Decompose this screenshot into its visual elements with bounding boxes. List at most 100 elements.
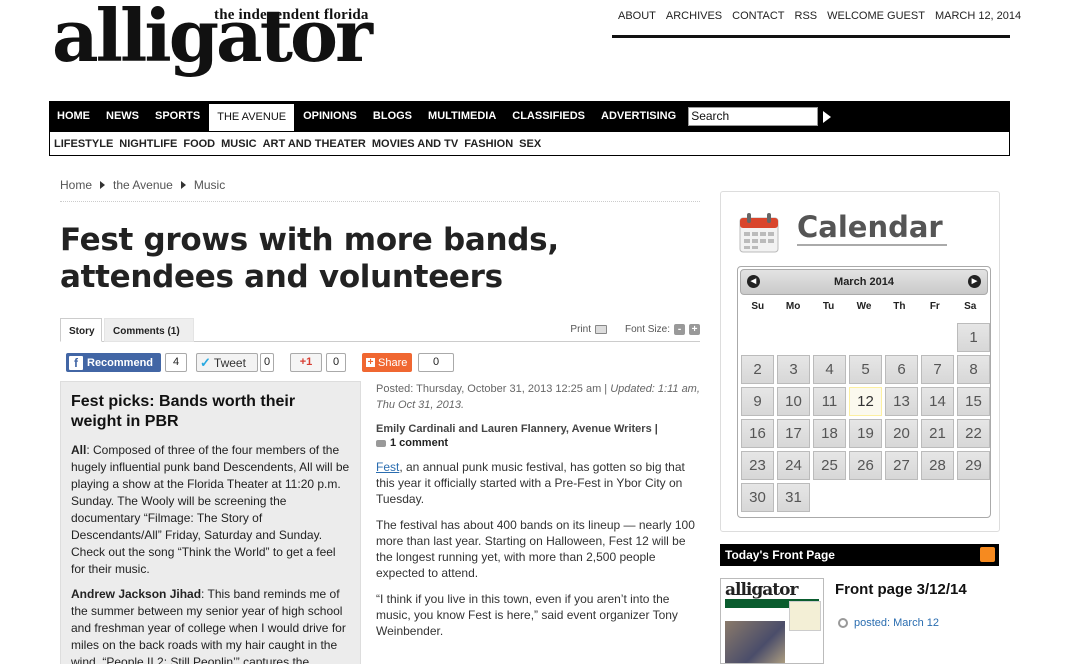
facebook-icon: f — [69, 355, 83, 370]
weekday-label: Su — [751, 301, 765, 312]
weekday-label: Tu — [822, 301, 835, 312]
font-decrease-button[interactable]: - — [674, 324, 685, 335]
nav-classifieds[interactable]: CLASSIFIEDS — [504, 101, 593, 132]
fest-link[interactable]: Fest — [376, 460, 399, 474]
subnav-sex[interactable]: SEX — [519, 138, 541, 150]
subnav-fashion[interactable]: FASHION — [464, 138, 513, 150]
calendar-widget: Calendar ◀ March 2014 ▶ Su Mo Tu We Th Fr Sa 1… — [720, 191, 1000, 532]
subnav-music[interactable]: MUSIC — [221, 138, 256, 150]
masthead[interactable]: the independent florida alligator — [52, 0, 472, 86]
nav-news[interactable]: NEWS — [98, 101, 147, 132]
calendar-day[interactable]: 30 — [741, 483, 774, 512]
topnav-about-link[interactable]: ABOUT — [618, 10, 656, 22]
plus-icon: + — [366, 357, 375, 368]
article-meta: Posted: Thursday, October 31, 2013 12:25… — [376, 381, 700, 413]
calendar-day[interactable]: 1 — [957, 323, 990, 352]
gplus-count: 0 — [326, 353, 346, 372]
site-logo[interactable]: alligator — [52, 0, 373, 72]
calendar-day[interactable]: 11 — [813, 387, 846, 416]
google-plus-button[interactable]: +1 — [290, 353, 322, 372]
print-link[interactable]: Print — [570, 324, 591, 335]
breadcrumb-home[interactable]: Home — [60, 178, 92, 192]
subnav-art-and-theater[interactable]: ART AND THEATER — [263, 138, 366, 150]
calendar-day[interactable]: 7 — [921, 355, 954, 384]
calendar-day[interactable]: 10 — [777, 387, 810, 416]
calendar-day[interactable]: 27 — [885, 451, 918, 480]
weekday-label: Fr — [929, 301, 940, 312]
prev-month-button[interactable]: ◀ — [747, 275, 760, 288]
comments-link-label[interactable]: 1 comment — [390, 437, 448, 449]
subnav-movies-and-tv[interactable]: MOVIES AND TV — [372, 138, 458, 150]
calendar-day[interactable]: 13 — [885, 387, 918, 416]
calendar-day[interactable]: 6 — [885, 355, 918, 384]
sub-nav: LIFESTYLE NIGHTLIFE FOOD MUSIC ART AND T… — [49, 132, 1010, 156]
nav-opinions[interactable]: OPINIONS — [295, 101, 365, 132]
recommend-count: 4 — [165, 353, 187, 372]
calendar-day[interactable]: 3 — [777, 355, 810, 384]
thumbnail-promo — [789, 601, 821, 631]
calendar-day[interactable]: 29 — [957, 451, 990, 480]
font-increase-button[interactable]: + — [689, 324, 700, 335]
calendar-day-today[interactable]: 12 — [849, 387, 882, 416]
comments-link[interactable]: 1 comment — [376, 437, 700, 449]
calendar-day[interactable]: 26 — [849, 451, 882, 480]
subnav-food[interactable]: FOOD — [183, 138, 215, 150]
front-page-title[interactable]: Front page 3/12/14 — [835, 581, 967, 598]
calendar-day[interactable]: 14 — [921, 387, 954, 416]
subnav-lifestyle[interactable]: LIFESTYLE — [54, 138, 113, 150]
calendar-day[interactable]: 15 — [957, 387, 990, 416]
calendar-day[interactable]: 19 — [849, 419, 882, 448]
calendar-day[interactable]: 2 — [741, 355, 774, 384]
nav-advertising[interactable]: ADVERTISING — [593, 101, 684, 132]
calendar-day[interactable]: 21 — [921, 419, 954, 448]
picks-title: Fest picks: Bands worth their weight in … — [71, 393, 296, 430]
calendar-header: ◀ March 2014 ▶ — [740, 269, 988, 295]
calendar-day[interactable]: 8 — [957, 355, 990, 384]
weekday-label: Th — [893, 301, 906, 312]
nav-multimedia[interactable]: MULTIMEDIA — [420, 101, 504, 132]
nav-blogs[interactable]: BLOGS — [365, 101, 420, 132]
tweet-button[interactable]: ✓ Tweet — [196, 353, 258, 372]
tab-comments[interactable]: Comments (1) — [104, 318, 194, 342]
article-byline: Emily Cardinali and Lauren Flannery, Ave… — [376, 423, 658, 435]
breadcrumb: Home the Avenue Music — [60, 178, 700, 202]
picks-band-name: Andrew Jackson Jihad — [71, 587, 202, 601]
calendar-weekdays: Su Mo Tu We Th Fr Sa — [740, 301, 988, 317]
topnav-archives-link[interactable]: ARCHIVES — [666, 10, 722, 22]
calendar-day[interactable]: 9 — [741, 387, 774, 416]
breadcrumb-music[interactable]: Music — [194, 178, 225, 192]
search-submit-icon[interactable] — [823, 110, 832, 123]
calendar-day[interactable]: 25 — [813, 451, 846, 480]
breadcrumb-the-avenue[interactable]: the Avenue — [113, 178, 173, 192]
calendar-day[interactable]: 5 — [849, 355, 882, 384]
next-month-button[interactable]: ▶ — [968, 275, 981, 288]
rss-icon[interactable] — [980, 547, 995, 562]
calendar-grid: ◀ March 2014 ▶ Su Mo Tu We Th Fr Sa 1234567891… — [737, 266, 991, 518]
calendar-day[interactable]: 4 — [813, 355, 846, 384]
calendar-day[interactable]: 28 — [921, 451, 954, 480]
print-icon[interactable] — [594, 325, 607, 334]
calendar-day[interactable]: 31 — [777, 483, 810, 512]
calendar-day[interactable]: 18 — [813, 419, 846, 448]
front-page-thumbnail[interactable]: alligator — [720, 578, 824, 664]
tab-story[interactable]: Story — [60, 318, 102, 342]
front-page-posted: posted: March 12 — [838, 617, 939, 629]
calendar-day[interactable]: 17 — [777, 419, 810, 448]
calendar-day[interactable]: 16 — [741, 419, 774, 448]
nav-the-avenue[interactable]: THE AVENUE — [208, 103, 296, 132]
share-label: Share — [378, 356, 408, 369]
share-button[interactable]: + Share — [362, 353, 412, 372]
calendar-day[interactable]: 22 — [957, 419, 990, 448]
search-input[interactable]: Search — [688, 107, 819, 126]
picks-paragraph: All: Composed of three of the four membe… — [71, 442, 350, 578]
calendar-day[interactable]: 20 — [885, 419, 918, 448]
nav-home[interactable]: HOME — [49, 101, 98, 132]
calendar-day[interactable]: 23 — [741, 451, 774, 480]
welcome-guest-text: WELCOME GUEST — [827, 10, 925, 22]
subnav-nightlife[interactable]: NIGHTLIFE — [119, 138, 177, 150]
topnav-rss-link[interactable]: RSS — [795, 10, 818, 22]
facebook-recommend-button[interactable]: f Recommend — [66, 353, 161, 372]
calendar-day[interactable]: 24 — [777, 451, 810, 480]
topnav-contact-link[interactable]: CONTACT — [732, 10, 784, 22]
nav-sports[interactable]: SPORTS — [147, 101, 208, 132]
